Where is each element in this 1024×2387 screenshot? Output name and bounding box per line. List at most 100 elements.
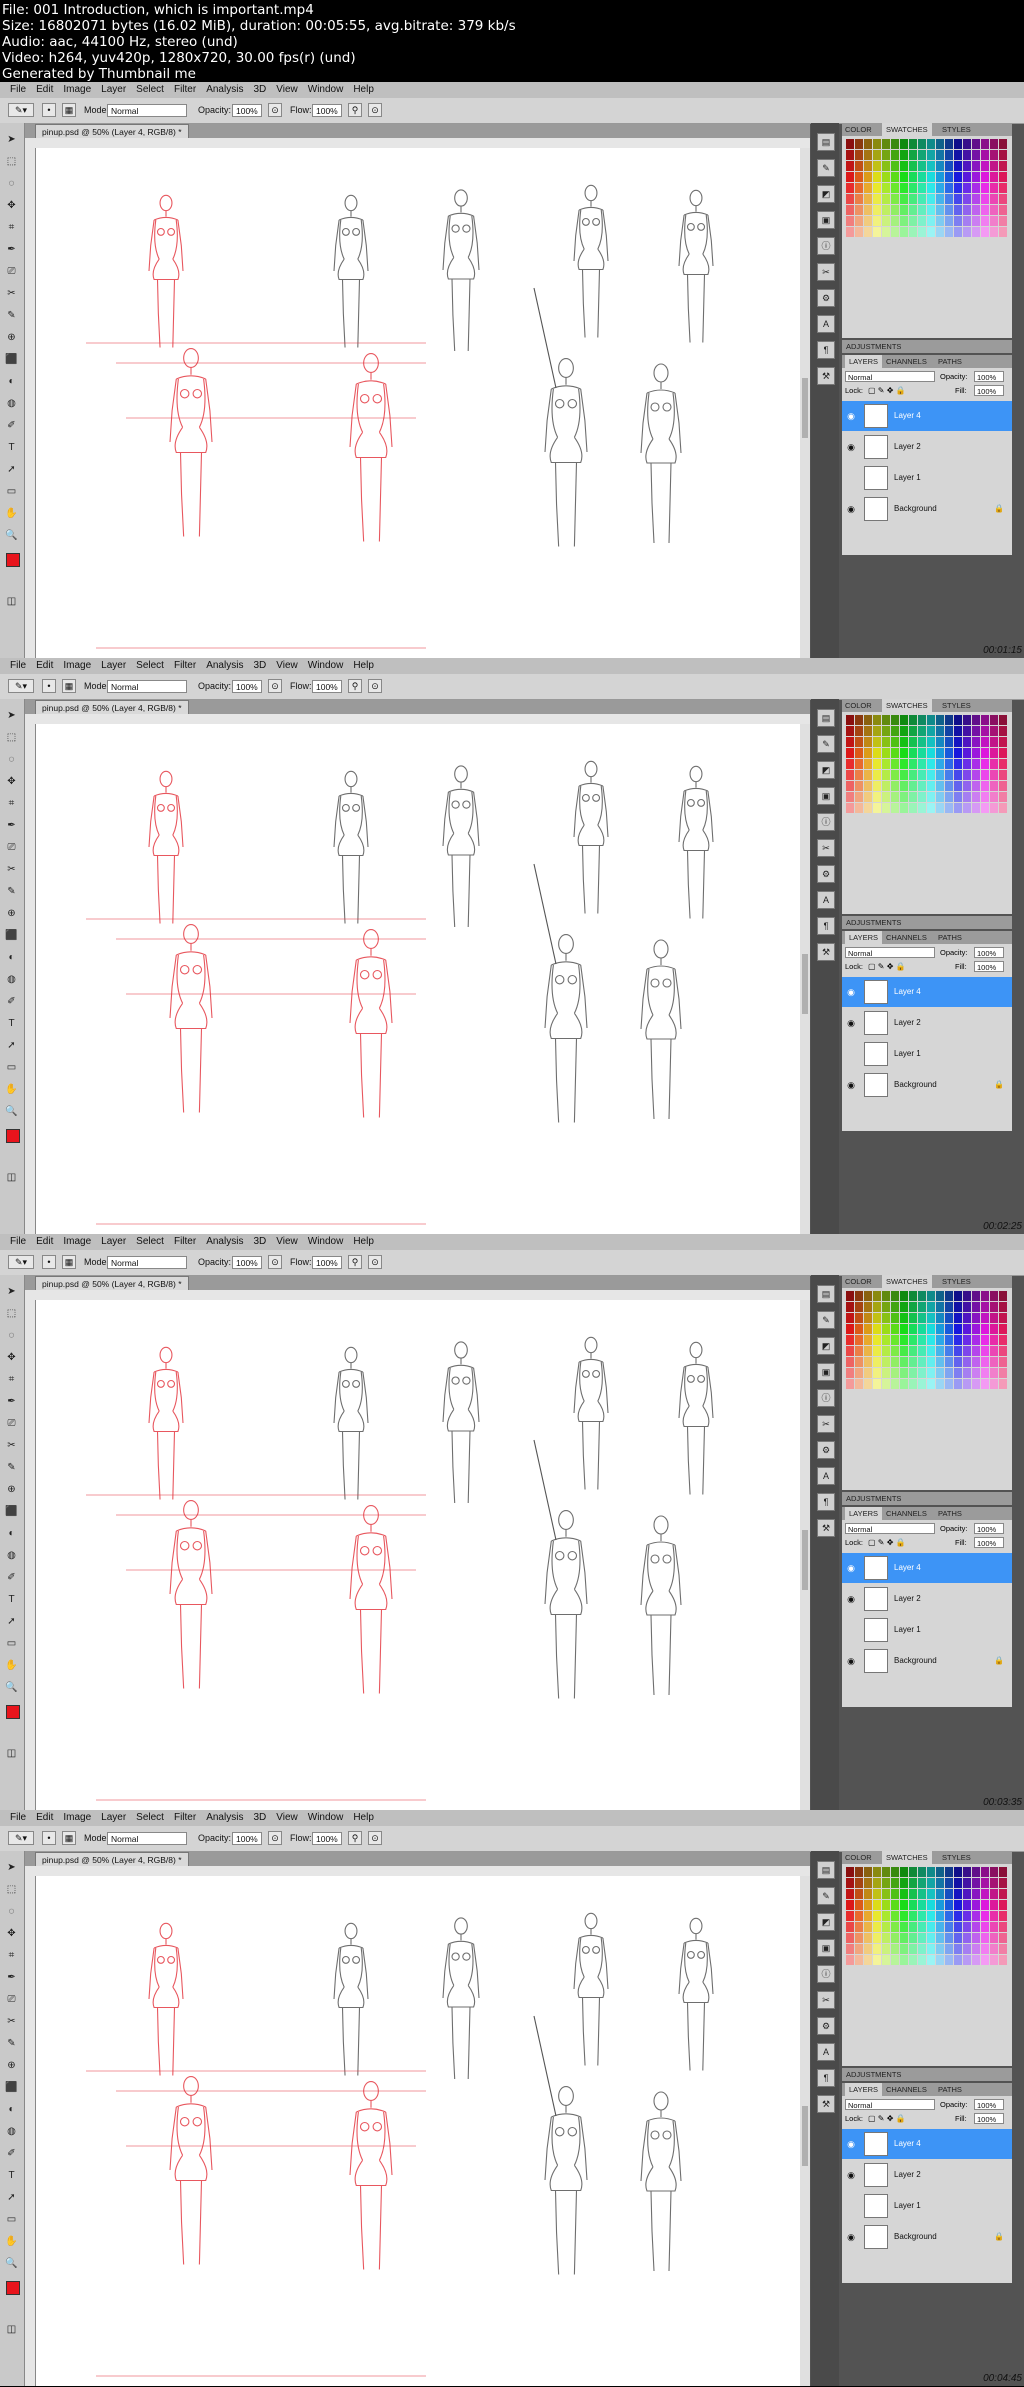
swatch[interactable] (936, 770, 944, 780)
swatch[interactable] (846, 205, 854, 215)
swatch[interactable] (918, 1922, 926, 1932)
swatch[interactable] (999, 1324, 1007, 1334)
swatch[interactable] (855, 748, 863, 758)
swatch[interactable] (855, 1878, 863, 1888)
layer-row[interactable]: Layer 1 (842, 2191, 1012, 2221)
swatch[interactable] (855, 1313, 863, 1323)
swatch[interactable] (918, 150, 926, 160)
swatch[interactable] (855, 792, 863, 802)
swatch[interactable] (864, 1357, 872, 1367)
swatch[interactable] (891, 759, 899, 769)
menu-item[interactable]: Layer (101, 1234, 126, 1250)
swatch[interactable] (909, 1922, 917, 1932)
swatch[interactable] (855, 1335, 863, 1345)
swatch[interactable] (909, 205, 917, 215)
swatch[interactable] (873, 183, 881, 193)
tab-paths[interactable]: PATHS (938, 355, 962, 368)
swatch[interactable] (945, 1313, 953, 1323)
swatch[interactable] (846, 139, 854, 149)
tab-color[interactable]: COLOR (845, 123, 872, 136)
swatch[interactable] (945, 781, 953, 791)
swatch[interactable] (918, 1368, 926, 1378)
swatch[interactable] (927, 205, 935, 215)
swatch[interactable] (873, 1889, 881, 1899)
swatch[interactable] (927, 726, 935, 736)
swatch[interactable] (882, 150, 890, 160)
swatch[interactable] (846, 1922, 854, 1932)
tool-icon[interactable]: ▭ (5, 2213, 18, 2226)
swatch[interactable] (909, 172, 917, 182)
swatch[interactable] (864, 781, 872, 791)
swatch[interactable] (945, 1335, 953, 1345)
tab-channels[interactable]: CHANNELS (886, 931, 927, 944)
adjustments-tab[interactable]: ADJUSTMENTS (846, 1492, 901, 1505)
foreground-color-swatch[interactable] (6, 2281, 20, 2295)
swatch[interactable] (891, 1911, 899, 1921)
tool-icon[interactable]: 🔍 (5, 2257, 18, 2270)
tab-layers[interactable]: LAYERS (845, 931, 883, 944)
swatch[interactable] (990, 150, 998, 160)
swatch[interactable] (918, 1357, 926, 1367)
swatch[interactable] (846, 227, 854, 237)
menu-item[interactable]: Analysis (206, 658, 243, 674)
swatch[interactable] (945, 1900, 953, 1910)
adjustments-tab[interactable]: ADJUSTMENTS (846, 916, 901, 929)
swatch[interactable] (990, 1933, 998, 1943)
swatch[interactable] (900, 216, 908, 226)
document-tab[interactable]: pinup.psd @ 50% (Layer 4, RGB/8) * (35, 1276, 189, 1290)
swatch[interactable] (918, 1291, 926, 1301)
swatch[interactable] (873, 1900, 881, 1910)
swatch[interactable] (900, 1911, 908, 1921)
swatch[interactable] (972, 1291, 980, 1301)
swatch[interactable] (999, 1867, 1007, 1877)
swatch[interactable] (999, 1379, 1007, 1389)
swatch[interactable] (999, 759, 1007, 769)
panel-icon[interactable]: A (817, 2043, 835, 2061)
swatch[interactable] (954, 1346, 962, 1356)
swatch[interactable] (945, 161, 953, 171)
swatch[interactable] (945, 1346, 953, 1356)
fill-field[interactable]: 100% (974, 1537, 1004, 1548)
swatch[interactable] (891, 1379, 899, 1389)
swatch[interactable] (855, 1889, 863, 1899)
swatch[interactable] (891, 1933, 899, 1943)
layer-row[interactable]: ◉ Layer 2 (842, 432, 1012, 462)
lock-icons[interactable]: ▢ ✎ ✥ 🔒 (868, 2113, 906, 2124)
swatch[interactable] (909, 770, 917, 780)
swatch[interactable] (864, 150, 872, 160)
brush-size-icon[interactable]: • (42, 1831, 56, 1845)
swatch[interactable] (981, 1346, 989, 1356)
swatch[interactable] (891, 1335, 899, 1345)
tab-swatches[interactable]: SWATCHES (882, 123, 932, 136)
swatch[interactable] (936, 748, 944, 758)
swatch[interactable] (936, 1867, 944, 1877)
swatch[interactable] (927, 1324, 935, 1334)
swatch[interactable] (873, 792, 881, 802)
swatch[interactable] (999, 1368, 1007, 1378)
swatch[interactable] (927, 216, 935, 226)
swatch[interactable] (927, 1346, 935, 1356)
panel-icon[interactable]: ◩ (817, 1337, 835, 1355)
swatch[interactable] (990, 194, 998, 204)
layer-row[interactable]: ◉ Background 🔒 (842, 1646, 1012, 1676)
swatch[interactable] (864, 227, 872, 237)
swatch[interactable] (972, 759, 980, 769)
swatch[interactable] (990, 1922, 998, 1932)
swatch[interactable] (918, 161, 926, 171)
swatch[interactable] (954, 150, 962, 160)
layer-opacity-field[interactable]: 100% (974, 371, 1004, 382)
tool-icon[interactable]: ⊕ (5, 1483, 18, 1496)
menu-item[interactable]: Edit (36, 1810, 53, 1826)
swatch[interactable] (972, 1889, 980, 1899)
swatch[interactable] (927, 1900, 935, 1910)
swatch[interactable] (891, 1922, 899, 1932)
swatch[interactable] (873, 1922, 881, 1932)
swatch[interactable] (954, 1911, 962, 1921)
swatch[interactable] (990, 726, 998, 736)
swatch[interactable] (882, 1878, 890, 1888)
swatch[interactable] (999, 216, 1007, 226)
swatch[interactable] (846, 1955, 854, 1965)
swatch[interactable] (855, 1944, 863, 1954)
swatch[interactable] (891, 172, 899, 182)
panel-icon[interactable]: ⚒ (817, 2095, 835, 2113)
